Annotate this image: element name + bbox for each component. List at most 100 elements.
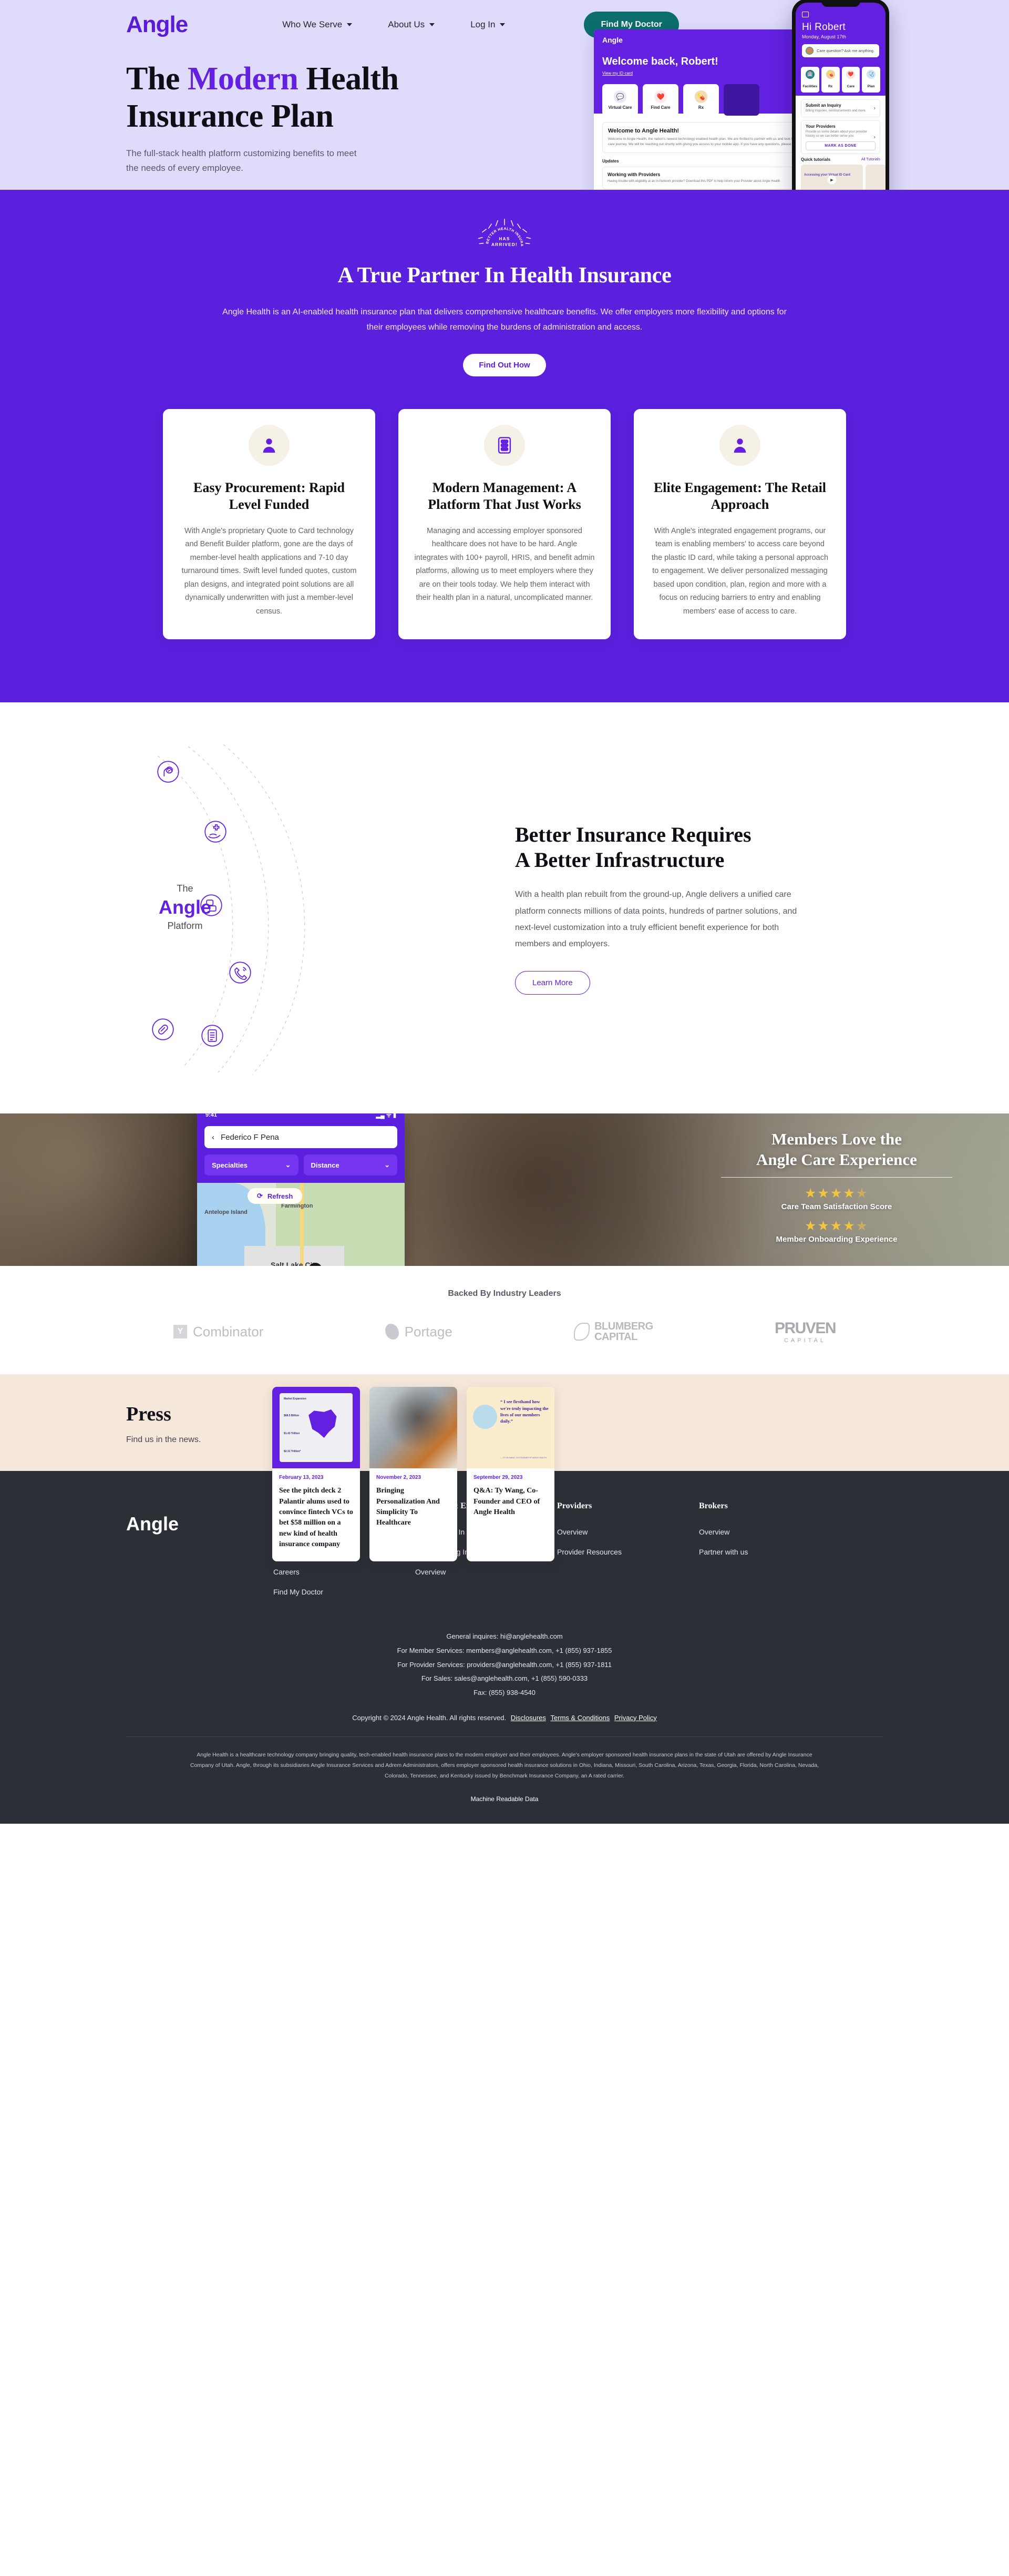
phone-date: Monday, August 17th bbox=[802, 34, 846, 39]
page-title: The Modern Health Insurance Plan bbox=[126, 60, 510, 135]
nav-item-who-we-serve[interactable]: Who We Serve bbox=[282, 19, 353, 30]
submit-inquiry-row[interactable]: Submit an Inquiry Billing Inquiries, rei… bbox=[801, 99, 880, 117]
all-tutorials-link[interactable]: All Tutorials bbox=[861, 158, 880, 161]
contact-line: For Member Services: members@anglehealth… bbox=[397, 1646, 612, 1654]
specialties-filter[interactable]: Specialties ⌄ bbox=[204, 1154, 298, 1176]
thumb-label: Market Expansion bbox=[284, 1397, 306, 1401]
refresh-label: Refresh bbox=[267, 1192, 293, 1200]
nav-item-label: Who We Serve bbox=[282, 19, 343, 29]
machine-readable-data-link[interactable]: Machine Readable Data bbox=[0, 1795, 1009, 1803]
find-out-how-button[interactable]: Find Out How bbox=[463, 354, 546, 377]
footer-link-provider-resources[interactable]: Provider Resources bbox=[557, 1548, 699, 1556]
phone-tile-plan[interactable]: 🩺 Plan bbox=[862, 67, 880, 93]
members-heading-line1: Members Love the bbox=[771, 1130, 902, 1149]
tile-label: Rx bbox=[828, 85, 833, 88]
platform-section: The Angle Platform Better Insurance Requ… bbox=[126, 702, 883, 1113]
mark-as-done-button[interactable]: MARK AS DONE bbox=[806, 141, 876, 151]
divider bbox=[126, 1736, 883, 1737]
contact-line: For Provider Services: providers@anglehe… bbox=[397, 1660, 612, 1669]
footer-link-terms-conditions[interactable]: Terms & Conditions bbox=[551, 1714, 610, 1722]
footer-column-title: Brokers bbox=[699, 1501, 728, 1511]
phone-tile-care[interactable]: ❤️ Care bbox=[841, 67, 860, 93]
nav-links: Who We Serve About Us Log In bbox=[282, 19, 506, 30]
feature-card-body: With Angle's proprietary Quote to Card t… bbox=[181, 526, 357, 616]
feature-card-body: With Angle's integrated engagement progr… bbox=[651, 526, 829, 616]
rating-caption-onboarding: Member Onboarding Experience bbox=[776, 1234, 898, 1244]
contact-line: For Sales: sales@anglehealth.com, +1 (85… bbox=[421, 1674, 588, 1683]
id-badge-icon bbox=[802, 12, 809, 17]
center-brand-word: Angle bbox=[158, 896, 211, 918]
status-icons: ▂▄ ᯤ ▮ bbox=[376, 1113, 396, 1119]
press-article-card[interactable]: “ I see firsthand how we're truly impact… bbox=[467, 1387, 554, 1562]
footer-column-title: Providers bbox=[557, 1501, 592, 1511]
chevron-down-icon bbox=[347, 23, 353, 26]
dashboard-tile-find-care[interactable]: ❤️ Find Care bbox=[643, 84, 678, 116]
person-icon bbox=[719, 425, 760, 466]
distance-filter[interactable]: Distance ⌄ bbox=[303, 1154, 397, 1176]
clipboard-icon bbox=[484, 425, 525, 466]
pill-icon bbox=[151, 1018, 174, 1044]
press-quote: “ I see firsthand how we're truly impact… bbox=[500, 1399, 549, 1424]
band-right-photo: Members Love the Angle Care Experience ★… bbox=[399, 1113, 1009, 1266]
provider-map[interactable]: Antelope Island Farmington Salt Lake Cit… bbox=[197, 1183, 405, 1266]
avatar bbox=[473, 1405, 497, 1429]
press-article-card[interactable]: Market Expansion $68.5 Billion $1.43 Tri… bbox=[272, 1387, 360, 1562]
rating-stars-onboarding: ★★★★★ bbox=[721, 1218, 952, 1233]
inquiry-title: Submit an Inquiry bbox=[806, 103, 841, 108]
phone-quick-tiles: 🏥 Facilities 💊 Rx ❤️ Care 🩺 Plan bbox=[796, 67, 886, 93]
learn-more-button[interactable]: Learn More bbox=[515, 971, 590, 995]
footer-link-find-my-doctor[interactable]: Find My Doctor bbox=[273, 1588, 415, 1596]
nav-item-about-us[interactable]: About Us bbox=[388, 19, 435, 30]
status-time: 9:41 bbox=[205, 1113, 218, 1119]
logo-portage: Portage bbox=[385, 1324, 452, 1340]
footer-link-overview[interactable]: Overview bbox=[415, 1568, 557, 1576]
phone-status-bar: 9:41 ▂▄ ᯤ ▮ bbox=[197, 1113, 405, 1122]
pill-icon: 💊 bbox=[826, 70, 835, 79]
provider-search-input[interactable]: ‹ Federico F Pena bbox=[204, 1126, 397, 1149]
press-quote-attribution: — TY LIN WANG, CO-FOUNDER OF ANGLE HEALT… bbox=[500, 1457, 547, 1459]
rating-caption-care-team: Care Team Satisfaction Score bbox=[781, 1202, 892, 1211]
providers-title: Your Providers bbox=[806, 124, 836, 129]
star-half: ★ bbox=[856, 1185, 869, 1201]
dashboard-tile-virtual-care[interactable]: 💬 Virtual Care bbox=[602, 84, 638, 116]
feature-card-easy-procurement: Easy Procurement: Rapid Level Funded Wit… bbox=[163, 409, 375, 640]
your-providers-row[interactable]: Your Providers Provide us some details a… bbox=[801, 120, 880, 155]
dashboard-tile-rx[interactable]: 💊 Rx bbox=[683, 84, 719, 116]
play-icon: ▶ bbox=[827, 175, 837, 185]
phone-tile-rx[interactable]: 💊 Rx bbox=[821, 67, 840, 93]
hand-care-icon bbox=[204, 820, 227, 846]
footer-link-overview[interactable]: Overview bbox=[699, 1528, 841, 1536]
tile-label: Plan bbox=[867, 85, 875, 88]
footer-link-careers[interactable]: Careers bbox=[273, 1568, 415, 1576]
footer-link-partner-with-us[interactable]: Partner with us bbox=[699, 1548, 841, 1556]
logo-name: Combinator bbox=[193, 1323, 264, 1340]
press-title: Q&A: Ty Wang, Co-Founder and CEO of Angl… bbox=[473, 1487, 540, 1516]
care-question-input[interactable]: Care question? Ask me anything. bbox=[802, 44, 879, 57]
hero-title-accent: Modern bbox=[187, 61, 298, 97]
partner-section: BETTER HEALTH INSURANCE HAS ARRIVED! A T… bbox=[0, 190, 1009, 703]
view-id-card-link[interactable]: View my ID card bbox=[602, 71, 633, 76]
footer-logo[interactable]: Angle bbox=[126, 1501, 273, 1608]
feature-card-title: Elite Engagement: The Retail Approach bbox=[653, 480, 827, 512]
center-top-word: The bbox=[177, 883, 193, 894]
star-half: ★ bbox=[856, 1218, 869, 1233]
footer-column-providers: Providers Overview Provider Resources bbox=[557, 1501, 699, 1608]
back-chevron-icon[interactable]: ‹ bbox=[212, 1133, 214, 1142]
logo-line1: BLUMBERG bbox=[594, 1320, 653, 1332]
press-thumbnail: “ I see firsthand how we're truly impact… bbox=[467, 1387, 554, 1469]
footer-link-disclosures[interactable]: Disclosures bbox=[511, 1714, 546, 1722]
refresh-button[interactable]: ⟳ Refresh bbox=[248, 1188, 303, 1204]
heart-icon: ❤️ bbox=[654, 90, 667, 103]
press-article-card[interactable]: November 2, 2023 Bringing Personalizatio… bbox=[369, 1387, 457, 1562]
logo-angle[interactable]: Angle bbox=[126, 12, 188, 38]
phone-tile-facilities[interactable]: 🏥 Facilities bbox=[801, 67, 819, 93]
platform-heading: Better Insurance Requires A Better Infra… bbox=[515, 822, 841, 873]
footer-link-privacy-policy[interactable]: Privacy Policy bbox=[614, 1714, 657, 1722]
footer-link-overview[interactable]: Overview bbox=[557, 1528, 699, 1536]
nav-item-log-in[interactable]: Log In bbox=[470, 19, 506, 30]
dashboard-tile-more[interactable] bbox=[724, 84, 759, 116]
providers-subtitle: Provide us some details about your provi… bbox=[806, 130, 868, 138]
divider bbox=[721, 1177, 952, 1178]
feature-card-title: Modern Management: A Platform That Just … bbox=[428, 480, 581, 512]
stars-full: ★★★★ bbox=[804, 1218, 856, 1233]
